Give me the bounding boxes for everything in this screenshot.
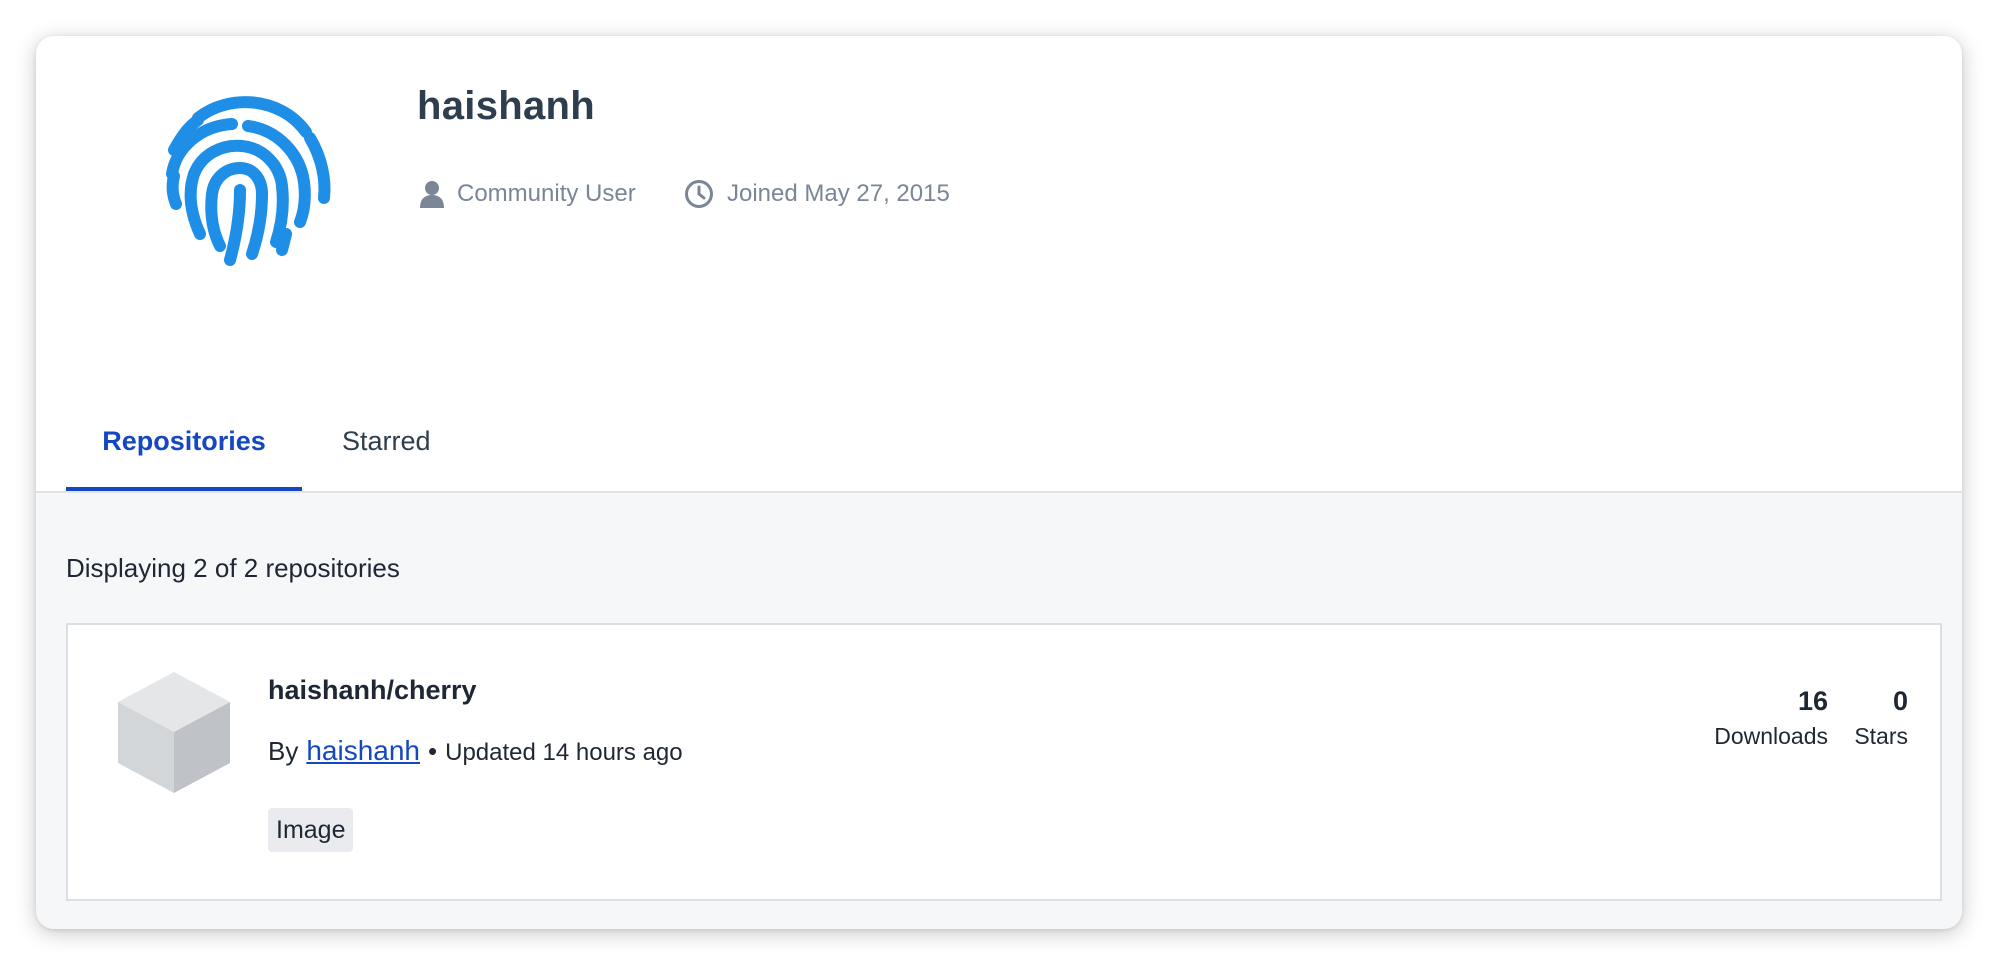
repositories-panel: Displaying 2 of 2 repositories haishanh/… <box>36 493 1962 929</box>
user-icon <box>420 181 444 208</box>
stars-label: Stars <box>1854 723 1908 749</box>
user-role-label: Community User <box>457 180 636 207</box>
fingerprint-icon <box>140 74 340 274</box>
clock-icon <box>685 180 713 208</box>
updated-time: Updated 14 hours ago <box>445 739 683 766</box>
profile-card: haishanh Community User Joined May 27, 2… <box>36 36 1962 929</box>
downloads-count: 16 <box>1797 686 1828 716</box>
repository-card[interactable]: haishanh/cherry By haishanh • Updated 14 ho… <box>66 623 1942 901</box>
downloads-label: Downloads <box>1714 723 1828 749</box>
tab-starred[interactable]: Starred <box>302 391 471 491</box>
stars-stat: 0 Stars <box>1854 683 1908 753</box>
stars-count: 0 <box>1892 686 1908 716</box>
profile-tabs: Repositories Starred <box>66 391 471 491</box>
repository-count: Displaying 2 of 2 repositories <box>66 553 400 583</box>
profile-header: haishanh Community User Joined May 27, 2… <box>36 36 1962 491</box>
profile-username: haishanh <box>417 84 595 128</box>
by-label: By <box>268 736 299 766</box>
user-role: Community User <box>420 176 636 212</box>
join-date-label: Joined May 27, 2015 <box>727 180 950 207</box>
tab-repositories[interactable]: Repositories <box>66 391 302 491</box>
join-date: Joined May 27, 2015 <box>684 176 950 212</box>
image-badge: Image <box>268 808 354 852</box>
cube-icon <box>116 670 232 795</box>
downloads-stat: 16 Downloads <box>1714 683 1828 753</box>
byline-separator: • <box>428 736 438 766</box>
owner-link[interactable]: haishanh <box>306 735 420 766</box>
repository-name[interactable]: haishanh/cherry <box>268 675 477 706</box>
repository-byline: By haishanh • Updated 14 hours ago <box>268 735 683 767</box>
